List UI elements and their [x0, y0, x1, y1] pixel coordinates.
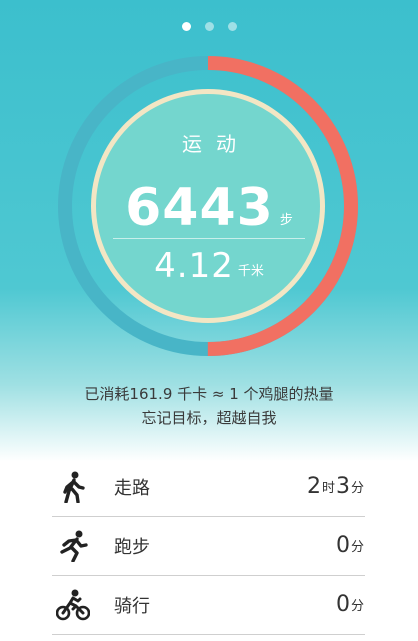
walk-hours: 2 — [306, 474, 321, 499]
activity-label-run: 跑步 — [114, 537, 150, 558]
activity-row-run[interactable]: 跑步 0 分 — [52, 517, 365, 576]
cycle-minutes: 0 — [335, 592, 350, 617]
steps-unit: 步 — [279, 213, 293, 228]
activity-row-cycle[interactable]: 骑行 0 分 — [52, 576, 365, 635]
walk-hours-unit: 时 — [321, 481, 335, 496]
steps-count: 6443 — [125, 178, 274, 238]
walk-minutes: 3 — [335, 474, 350, 499]
activity-duration-cycle: 0 分 — [336, 593, 365, 617]
walking-icon — [56, 470, 90, 504]
activity-duration-walk: 2 时 3 分 — [307, 475, 365, 499]
distance-unit: 千米 — [237, 264, 264, 279]
distance-display: 4.12 千米 — [0, 248, 418, 284]
running-icon — [56, 529, 90, 563]
run-minutes-unit: 分 — [350, 540, 364, 555]
ring-divider — [113, 238, 305, 239]
distance-value: 4.12 — [154, 246, 234, 286]
cycle-minutes-unit: 分 — [350, 599, 364, 614]
activity-label-walk: 走路 — [114, 478, 150, 499]
run-minutes: 0 — [335, 533, 350, 558]
activity-label-cycle: 骑行 — [114, 596, 150, 617]
ring-title: 运动 — [182, 132, 250, 156]
steps-display: 6443 步 — [0, 182, 418, 234]
calorie-summary: 已消耗161.9 千卡 ≈ 1 个鸡腿的热量 — [84, 385, 334, 403]
activity-row-walk[interactable]: 走路 2 时 3 分 — [52, 458, 365, 517]
activity-list: 走路 2 时 3 分 跑步 0 分 骑行 0 分 — [52, 458, 365, 635]
cycling-icon — [56, 588, 90, 622]
walk-minutes-unit: 分 — [350, 481, 364, 496]
activity-duration-run: 0 分 — [336, 534, 365, 558]
motivation-text: 忘记目标，超越自我 — [141, 409, 277, 427]
